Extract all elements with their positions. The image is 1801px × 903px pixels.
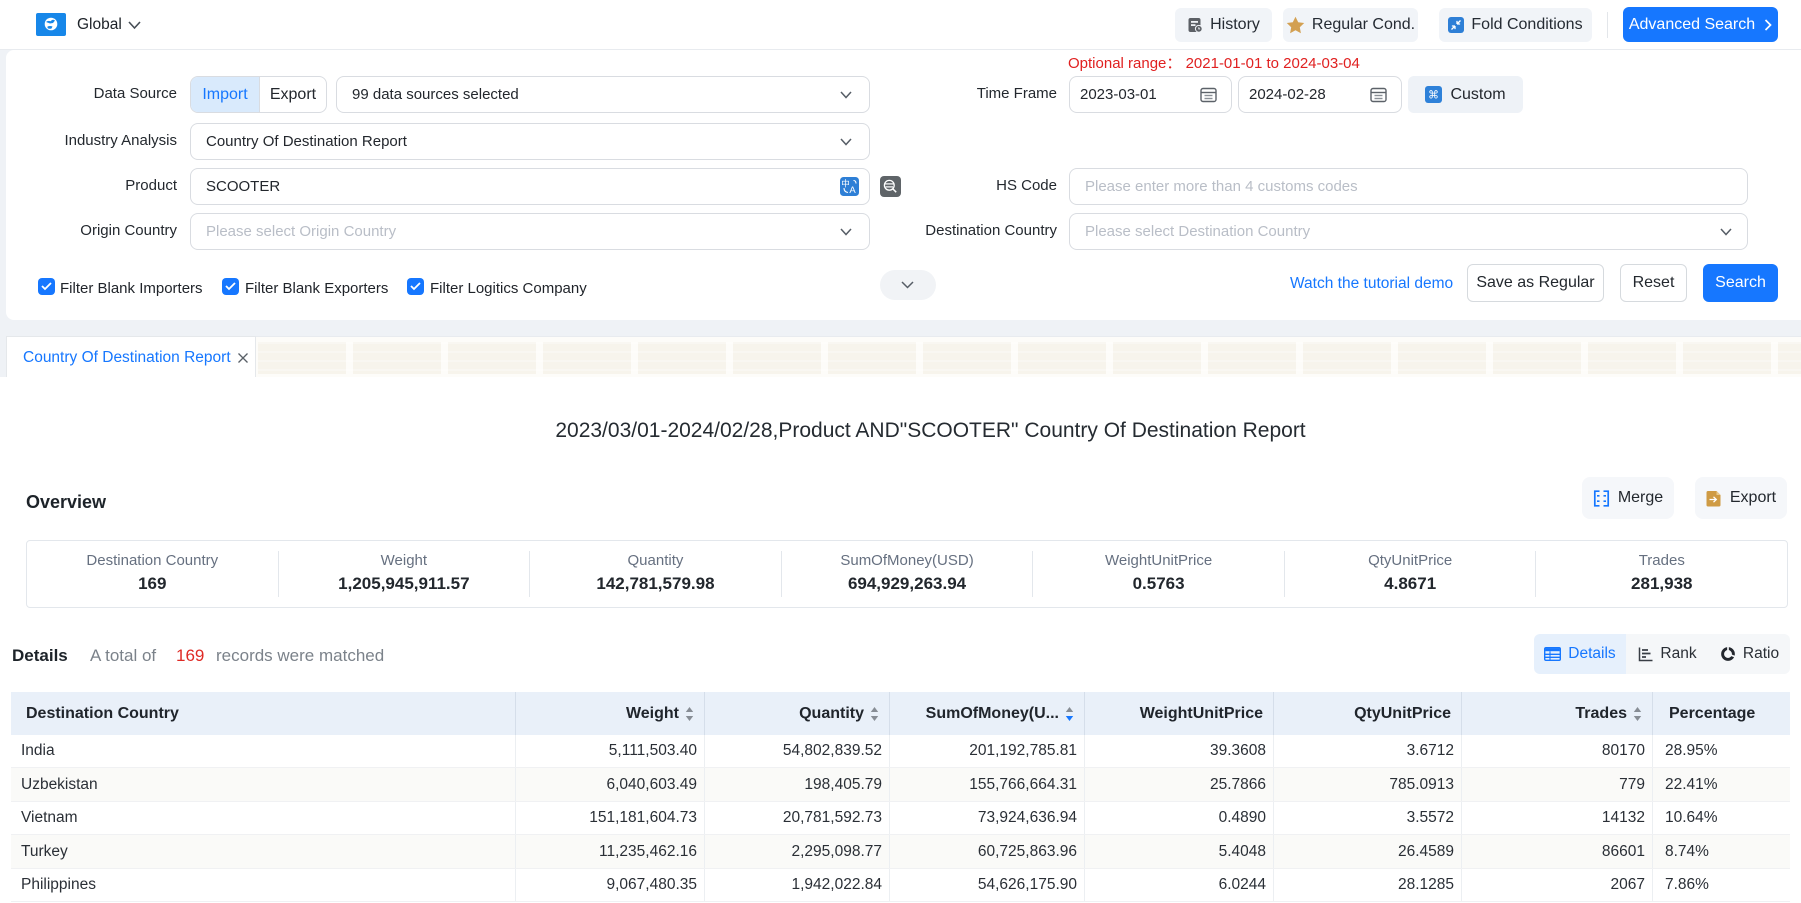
svg-text:A: A: [849, 185, 856, 196]
svg-text:⌘: ⌘: [1428, 90, 1439, 102]
